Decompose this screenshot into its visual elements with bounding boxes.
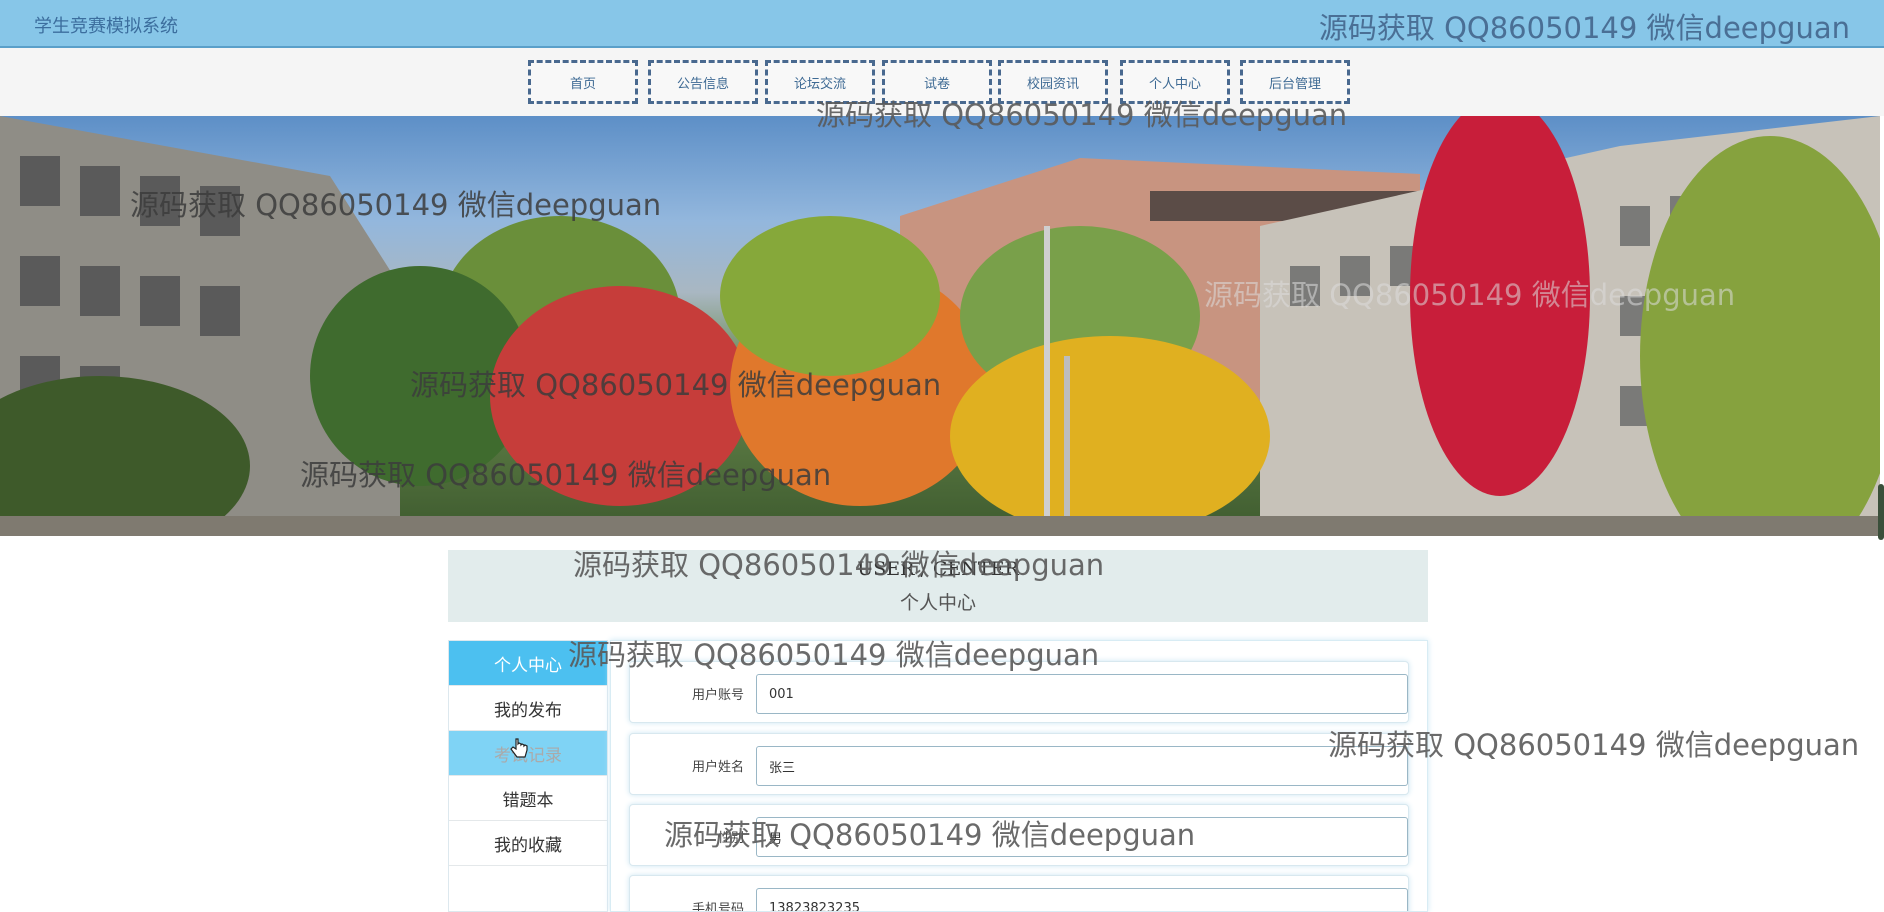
gender-label: 性别	[717, 831, 744, 846]
sidebar-item-exam-records[interactable]: 考试记录	[449, 731, 607, 776]
form-row-gender: 性别	[629, 804, 1409, 866]
sidebar-item-my-posts[interactable]: 我的发布	[449, 686, 607, 731]
nav-announcements[interactable]: 公告信息	[648, 60, 758, 104]
nav-admin[interactable]: 后台管理	[1240, 60, 1350, 104]
scrollbar-thumb[interactable]	[1878, 484, 1884, 540]
form-row-account: 用户账号	[629, 661, 1409, 723]
nav-exam-papers[interactable]: 试卷	[882, 60, 992, 104]
user-center-header: USER / CENTER 个人中心	[448, 550, 1428, 622]
account-label: 用户账号	[691, 688, 744, 703]
campus-banner-image	[0, 116, 1880, 536]
form-row-name: 用户姓名	[629, 733, 1409, 795]
name-input[interactable]	[756, 746, 1408, 786]
sidebar-item-favorites[interactable]: 我的收藏	[449, 821, 607, 866]
phone-label: 手机号码	[691, 902, 744, 912]
name-label: 用户姓名	[691, 760, 744, 775]
user-center-title-zh: 个人中心	[899, 592, 976, 614]
form-row-phone: 手机号码	[629, 875, 1409, 912]
site-title[interactable]: 学生竞赛模拟系统	[34, 12, 178, 38]
user-sidebar: 个人中心 我的发布 考试记录 错题本 我的收藏	[448, 640, 608, 912]
top-header-bar: 学生竞赛模拟系统 源码获取 QQ86050149 微信deepguan	[0, 0, 1884, 48]
nav-forum[interactable]: 论坛交流	[765, 60, 875, 104]
hand-cursor-icon	[510, 738, 528, 758]
nav-home[interactable]: 首页	[528, 60, 638, 104]
account-input[interactable]	[756, 674, 1408, 714]
sidebar-item-user-center[interactable]: 个人中心	[449, 641, 607, 686]
phone-input[interactable]	[756, 888, 1408, 911]
nav-user-center[interactable]: 个人中心	[1120, 60, 1230, 104]
banner-carousel[interactable]	[0, 116, 1880, 536]
header-watermark: 源码获取 QQ86050149 微信deepguan	[1318, 11, 1850, 45]
gender-input[interactable]	[756, 817, 1408, 857]
main-nav: 首页 公告信息 论坛交流 试卷 校园资讯 个人中心 后台管理	[0, 48, 1884, 116]
nav-campus-news[interactable]: 校园资讯	[998, 60, 1108, 104]
user-center-title-en: USER / CENTER	[857, 558, 1019, 580]
sidebar-item-wrong-questions[interactable]: 错题本	[449, 776, 607, 821]
profile-form: 用户账号 用户姓名 性别 手机号码	[610, 640, 1428, 912]
